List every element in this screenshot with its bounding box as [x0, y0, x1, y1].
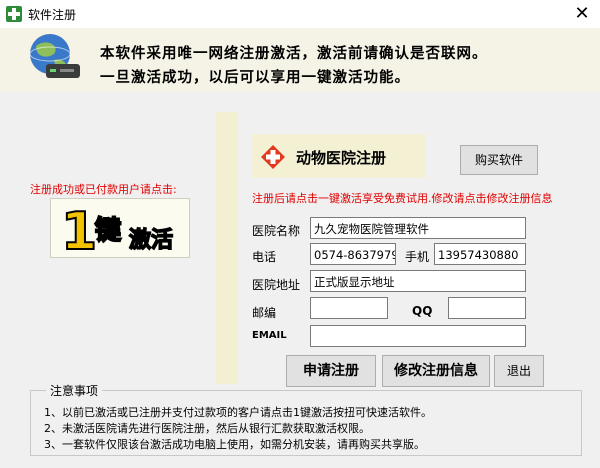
address-field[interactable]: 正式版显示地址 [310, 270, 526, 292]
one-key-text-jian: 键 [95, 215, 121, 246]
qq-label: QQ [412, 304, 433, 318]
modify-info-button[interactable]: 修改注册信息 [382, 355, 490, 387]
note-item-1: 1、以前已激活或已注册并支付过款项的客户请点击1键激活按扭可快速活软件。 [44, 406, 432, 419]
notes-title: 注意事项 [46, 382, 103, 399]
one-key-activate-graphic: 1 键 激活 [60, 201, 174, 263]
network-globe-icon [29, 34, 80, 78]
postcode-label: 邮编 [252, 306, 277, 320]
hospital-name-label: 医院名称 [252, 224, 301, 238]
mobile-label: 手机 [405, 250, 430, 264]
email-field[interactable] [310, 325, 526, 347]
phone-label: 电话 [252, 250, 277, 264]
one-key-text-jihuo: 激活 [129, 227, 173, 253]
hospital-logo-icon [261, 145, 285, 169]
register-title: 动物医院注册 [296, 149, 387, 167]
postcode-field[interactable] [310, 297, 388, 319]
window-title: 软件注册 [28, 8, 77, 22]
note-item-2: 2、未激活医院请先进行医院注册，然后从银行汇款获取激活权限。 [44, 422, 370, 435]
title-bar: 软件注册 ✕ [0, 0, 600, 28]
address-label: 医院地址 [252, 278, 301, 292]
activation-prompt: 注册成功或已付款用户请点击: [30, 183, 177, 196]
qq-field[interactable] [448, 297, 526, 319]
close-button[interactable]: ✕ [568, 2, 596, 26]
one-key-activate-button[interactable]: 1 键 激活 [50, 198, 190, 263]
banner-line-1: 本软件采用唯一网络注册激活，激活前请确认是否联网。 [100, 46, 488, 62]
phone-field[interactable]: 0574-86379799 [310, 243, 396, 265]
panel-divider [216, 112, 238, 384]
note-item-3: 3、一套软件仅限该台激活成功电脑上使用，如需分机安装，请再购买共享版。 [44, 438, 425, 451]
email-label: EMAIL [252, 330, 287, 341]
apply-register-button[interactable]: 申请注册 [286, 355, 376, 387]
exit-button[interactable]: 退出 [494, 355, 544, 387]
one-key-digit: 1 [61, 202, 97, 257]
register-header: 动物医院注册 [252, 134, 426, 178]
banner-line-2: 一旦激活成功，以后可以享用一键激活功能。 [100, 70, 410, 86]
hospital-name-field[interactable]: 九久宠物医院管理软件 [310, 217, 526, 239]
mobile-field[interactable]: 13957430880 [434, 243, 526, 265]
buy-software-button[interactable]: 购买软件 [460, 145, 538, 175]
app-cross-icon [6, 6, 22, 22]
register-notice: 注册后请点击一键激活享受免费试用.修改请点击修改注册信息 [252, 192, 553, 205]
